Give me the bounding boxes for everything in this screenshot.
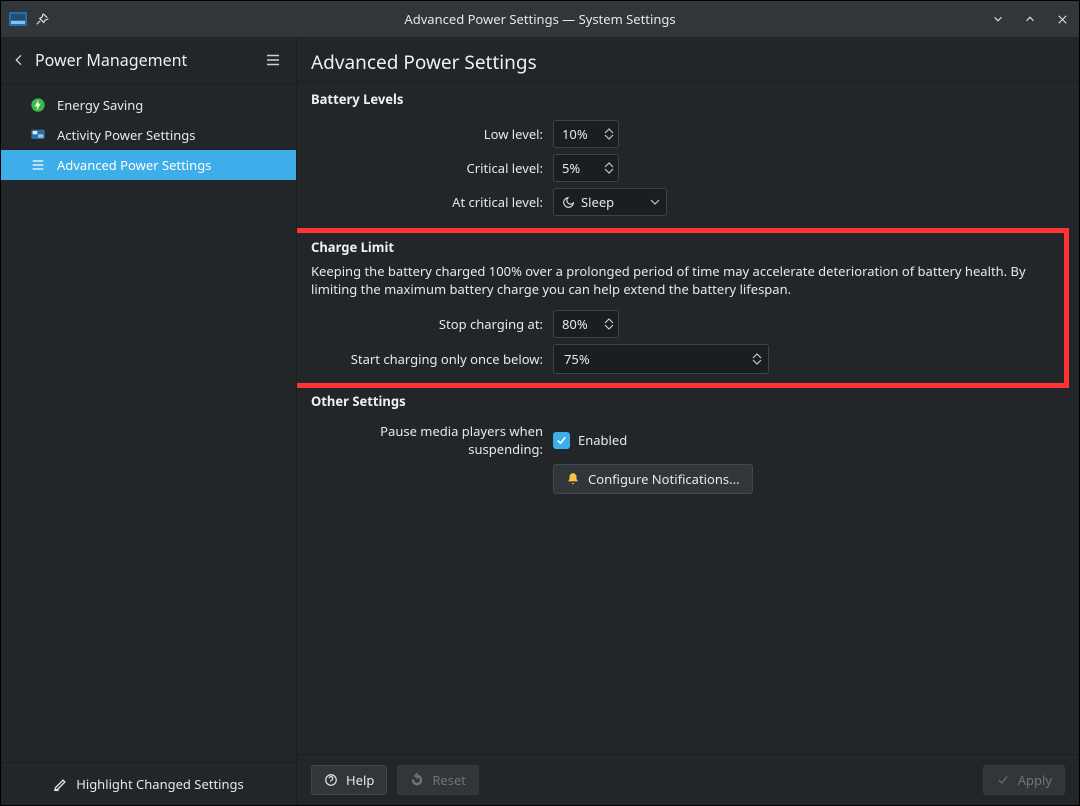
titlebar: Advanced Power Settings — System Setting…	[1, 1, 1079, 37]
settings-icon	[29, 156, 47, 174]
reset-button[interactable]: Reset	[397, 765, 479, 795]
configure-notifications-button[interactable]: Configure Notifications...	[553, 464, 753, 494]
sidebar-item-label: Energy Saving	[57, 96, 143, 114]
apply-label: Apply	[1018, 771, 1052, 789]
start-charging-value: 75%	[564, 350, 590, 368]
sidebar-header: Power Management	[1, 37, 296, 83]
sidebar: Power Management Energy Saving Ac	[1, 37, 297, 805]
minimize-button[interactable]	[989, 10, 1007, 28]
stop-charging-value: 80%	[562, 315, 588, 333]
critical-level-label: Critical level:	[311, 159, 543, 177]
pause-media-checked-label: Enabled	[578, 431, 627, 449]
main-footer: Help Reset Apply	[297, 754, 1079, 805]
low-level-label: Low level:	[311, 125, 543, 143]
spinner-icon	[604, 162, 614, 174]
configure-notifications-label: Configure Notifications...	[588, 470, 740, 488]
stop-charging-label: Stop charging at:	[311, 315, 543, 333]
reset-icon	[410, 773, 424, 787]
stop-charging-spinbox[interactable]: 80%	[553, 310, 619, 338]
bell-icon	[566, 472, 580, 486]
sidebar-items: Energy Saving Activity Power Settings Ad…	[1, 84, 296, 762]
highlight-icon	[53, 777, 68, 792]
pause-media-label: Pause media players when suspending:	[311, 422, 543, 458]
help-button[interactable]: Help	[311, 765, 387, 795]
sidebar-footer[interactable]: Highlight Changed Settings	[1, 762, 296, 805]
low-level-spinbox[interactable]: 10%	[553, 120, 619, 148]
spinner-icon	[604, 318, 614, 330]
app-icon	[9, 12, 27, 26]
maximize-button[interactable]	[1021, 10, 1039, 28]
pause-media-checkbox[interactable]	[553, 432, 570, 449]
highlight-label: Highlight Changed Settings	[76, 775, 244, 793]
energy-icon	[29, 96, 47, 114]
help-label: Help	[346, 771, 374, 789]
at-critical-combobox[interactable]: Sleep	[553, 188, 667, 216]
low-level-value: 10%	[562, 125, 588, 143]
critical-level-spinbox[interactable]: 5%	[553, 154, 619, 182]
section-battery-levels: Battery Levels	[297, 82, 1079, 114]
sidebar-item-label: Activity Power Settings	[57, 126, 196, 144]
system-settings-window: Advanced Power Settings — System Setting…	[0, 0, 1080, 806]
section-other: Other Settings	[297, 388, 1079, 416]
check-icon	[996, 773, 1010, 787]
sidebar-item-label: Advanced Power Settings	[57, 156, 211, 174]
spinner-icon	[604, 128, 614, 140]
hamburger-icon[interactable]	[264, 51, 282, 69]
window-controls	[989, 10, 1071, 28]
at-critical-label: At critical level:	[311, 193, 543, 211]
section-charge-limit: Charge Limit	[311, 234, 1065, 260]
start-charging-label: Start charging only once below:	[311, 350, 543, 368]
apply-button[interactable]: Apply	[983, 765, 1065, 795]
chevron-down-icon	[650, 199, 660, 205]
charge-limit-description: Keeping the battery charged 100% over a …	[311, 260, 1065, 304]
sidebar-item-advanced-power[interactable]: Advanced Power Settings	[1, 150, 296, 180]
window-title: Advanced Power Settings — System Setting…	[1, 10, 1079, 28]
start-charging-spinbox[interactable]: 75%	[553, 344, 769, 374]
sidebar-item-energy-saving[interactable]: Energy Saving	[1, 90, 296, 120]
help-icon	[324, 773, 338, 787]
critical-level-value: 5%	[562, 159, 580, 177]
sidebar-item-activity-power[interactable]: Activity Power Settings	[1, 120, 296, 150]
sidebar-title: Power Management	[35, 49, 256, 71]
activity-icon	[29, 126, 47, 144]
close-button[interactable]	[1053, 10, 1071, 28]
at-critical-value: Sleep	[581, 193, 614, 211]
main-panel: Advanced Power Settings Battery Levels L…	[297, 37, 1079, 805]
moon-icon	[562, 196, 575, 209]
spinner-icon	[752, 353, 762, 365]
back-icon[interactable]	[11, 52, 27, 68]
reset-label: Reset	[432, 771, 466, 789]
pin-icon[interactable]	[35, 12, 49, 26]
page-title: Advanced Power Settings	[297, 37, 1079, 81]
